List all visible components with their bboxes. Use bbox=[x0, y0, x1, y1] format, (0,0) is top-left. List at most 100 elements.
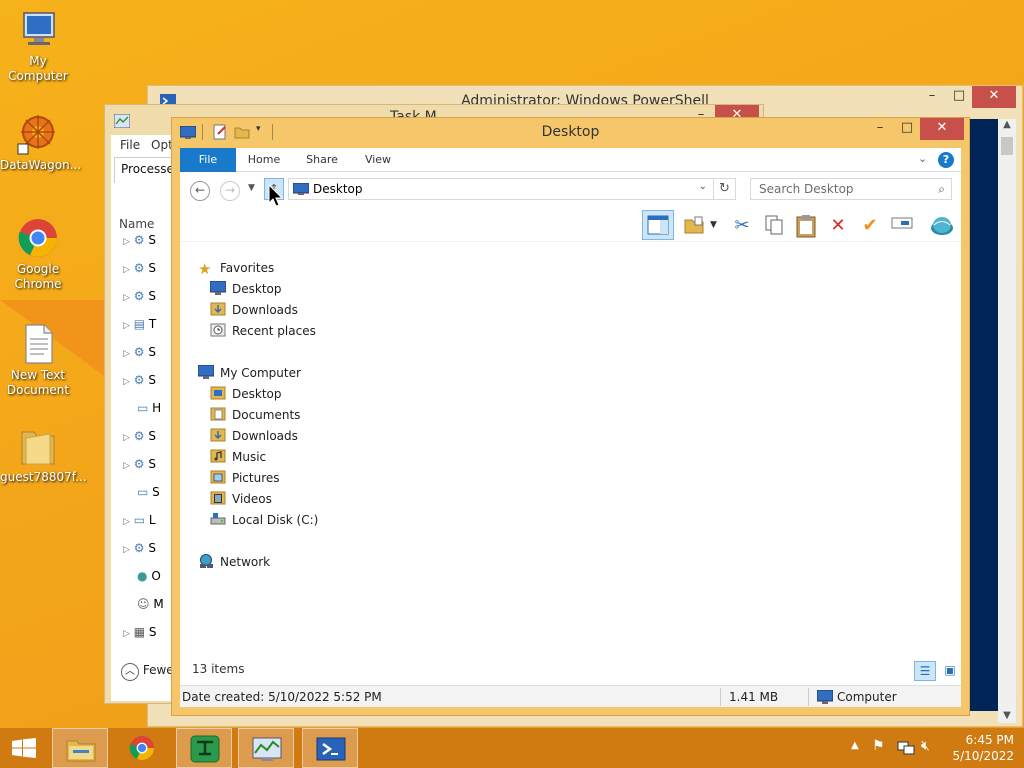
delete-icon[interactable]: ✕ bbox=[826, 214, 850, 238]
scroll-up-arrow[interactable]: ▲ bbox=[998, 119, 1016, 130]
explorer-maximize-button[interactable]: □ bbox=[893, 118, 921, 140]
process-row[interactable]: ▷ ▦ S bbox=[123, 625, 157, 645]
rename-icon[interactable] bbox=[890, 214, 914, 238]
explorer-minimize-button[interactable]: – bbox=[866, 118, 894, 140]
explorer-content: File Home Share View ⌄ ? ← → ▼ ↑ Desktop… bbox=[180, 148, 961, 707]
desktop-icon bbox=[293, 183, 309, 195]
nav-mc-videos[interactable]: Videos bbox=[210, 489, 272, 509]
process-row[interactable]: ▷ ⚙ S bbox=[123, 345, 156, 365]
nav-mc-music[interactable]: Music bbox=[210, 447, 266, 467]
recent-locations-dropdown[interactable]: ▼ bbox=[248, 183, 255, 193]
process-row[interactable]: ▷ ⚙ S bbox=[123, 373, 156, 393]
nav-network[interactable]: Network bbox=[198, 552, 270, 572]
explorer-window[interactable]: ▾ Desktop – □ ✕ File Home Share View ⌄ ?… bbox=[171, 117, 970, 716]
paste-icon[interactable] bbox=[794, 214, 818, 238]
process-row[interactable]: ☺ M bbox=[137, 597, 164, 617]
powershell-close-button[interactable]: ✕ bbox=[972, 86, 1016, 108]
cut-icon[interactable]: ✂ bbox=[730, 214, 754, 238]
process-row[interactable]: ▷ ⚙ S bbox=[123, 429, 156, 449]
nav-mc-downloads[interactable]: Downloads bbox=[210, 426, 298, 446]
select-checkmark-icon[interactable]: ✔ bbox=[858, 214, 882, 238]
nav-my-computer[interactable]: My Computer bbox=[198, 363, 301, 383]
nav-mc-local-disk[interactable]: Local Disk (C:) bbox=[210, 510, 318, 530]
process-row[interactable]: ▷ ▤ T bbox=[123, 317, 156, 337]
nav-mc-desktop[interactable]: Desktop bbox=[210, 384, 282, 404]
process-row[interactable]: ▭ H bbox=[137, 401, 161, 421]
process-row[interactable]: ▷ ⚙ S bbox=[123, 233, 156, 253]
nav-favorites[interactable]: ★ Favorites bbox=[198, 258, 274, 278]
address-bar[interactable]: Desktop ⌄ bbox=[288, 178, 714, 200]
nav-mc-documents[interactable]: Documents bbox=[210, 405, 300, 425]
refresh-button[interactable]: ↻ bbox=[714, 178, 736, 200]
tray-overflow-chevron-icon[interactable]: ▲ bbox=[851, 740, 859, 751]
address-dropdown-icon[interactable]: ⌄ bbox=[699, 181, 707, 192]
nav-mc-pictures[interactable]: Pictures bbox=[210, 468, 280, 488]
computer-icon bbox=[198, 365, 214, 379]
explorer-close-button[interactable]: ✕ bbox=[920, 118, 964, 140]
powershell-minimize-button[interactable]: – bbox=[918, 86, 946, 108]
scroll-down-arrow[interactable]: ▼ bbox=[998, 710, 1016, 721]
folder-options-icon[interactable] bbox=[682, 214, 706, 238]
desktop-icon-new-text-document[interactable]: New Text Document bbox=[0, 322, 76, 398]
navigation-pane: ★ Favorites Desktop Downloads Recent plac… bbox=[180, 248, 480, 661]
back-button[interactable]: ← bbox=[190, 181, 210, 201]
tab-file[interactable]: File bbox=[180, 148, 236, 172]
nav-fav-recent-places[interactable]: Recent places bbox=[210, 321, 316, 341]
taskbar-powershell[interactable] bbox=[302, 728, 358, 768]
taskbar-task-manager[interactable] bbox=[238, 728, 294, 768]
forward-button[interactable]: → bbox=[220, 181, 240, 201]
status-divider bbox=[720, 688, 721, 706]
process-row[interactable]: ▷ ⚙ S bbox=[123, 289, 156, 309]
clock[interactable]: 6:45 PM 5/10/2022 bbox=[948, 732, 1014, 764]
process-row[interactable]: ▭ S bbox=[137, 485, 160, 505]
ribbon-expand-chevron-icon[interactable]: ⌄ bbox=[918, 152, 927, 165]
taskbar-chrome[interactable] bbox=[114, 728, 170, 768]
nav-fav-downloads[interactable]: Downloads bbox=[210, 300, 298, 320]
location-text: Computer bbox=[837, 690, 897, 704]
recent-places-icon bbox=[210, 323, 226, 337]
desktop-icon-google-chrome[interactable]: Google Chrome bbox=[0, 216, 76, 292]
help-icon[interactable]: ? bbox=[938, 152, 954, 168]
address-row: ← → ▼ ↑ Desktop ⌄ ↻ Search Desktop ⌕ bbox=[180, 172, 961, 208]
drive-icon bbox=[210, 513, 226, 525]
network-status-icon[interactable] bbox=[897, 740, 915, 756]
process-row[interactable]: ▷ ⚙ S bbox=[123, 541, 156, 561]
powershell-scrollbar[interactable]: ▲ ▼ bbox=[998, 119, 1016, 723]
copy-icon[interactable] bbox=[762, 214, 786, 238]
desktop-icon-datawagon[interactable]: DataWagon... bbox=[0, 112, 82, 173]
fewer-details-button[interactable]: ︿ Fewe bbox=[121, 663, 174, 681]
task-manager-menu-options[interactable]: Opt bbox=[151, 138, 173, 152]
start-button[interactable] bbox=[0, 728, 48, 768]
desktop-icon-label: guest78807f... bbox=[0, 470, 87, 484]
preview-pane-icon[interactable] bbox=[642, 210, 674, 240]
process-row[interactable]: ▷ ⚙ S bbox=[123, 261, 156, 281]
taskbar-green-app[interactable] bbox=[176, 728, 232, 768]
task-manager-menu-file[interactable]: File bbox=[120, 138, 140, 152]
tab-share[interactable]: Share bbox=[298, 148, 346, 172]
process-row[interactable]: ● O bbox=[137, 569, 161, 589]
tab-view[interactable]: View bbox=[356, 148, 400, 172]
folder-options-dropdown[interactable]: ▼ bbox=[710, 220, 717, 230]
desktop-icon-label: DataWagon... bbox=[0, 158, 82, 172]
tab-home[interactable]: Home bbox=[242, 148, 286, 172]
powershell-maximize-button[interactable]: □ bbox=[945, 86, 973, 108]
process-row[interactable]: ▷ ▭ L bbox=[123, 513, 156, 533]
scroll-thumb[interactable] bbox=[1001, 137, 1013, 155]
taskbar-file-explorer[interactable] bbox=[52, 728, 108, 768]
item-count: 13 items bbox=[192, 662, 245, 676]
powershell-console[interactable] bbox=[968, 119, 998, 711]
action-center-flag-icon[interactable]: ⚑ bbox=[872, 738, 885, 754]
downloads-folder-icon bbox=[210, 302, 226, 316]
process-row[interactable]: ▷ ⚙ S bbox=[123, 457, 156, 477]
details-view-button[interactable]: ☰ bbox=[914, 661, 936, 681]
search-icon: ⌕ bbox=[938, 182, 945, 196]
volume-muted-icon[interactable]: 🔇︎ bbox=[921, 738, 930, 754]
desktop-icon-my-computer[interactable]: My Computer bbox=[0, 8, 76, 84]
nav-fav-desktop[interactable]: Desktop bbox=[210, 279, 282, 299]
desktop-icon-guest-folder[interactable]: guest78807f... bbox=[0, 424, 87, 485]
large-icons-view-button[interactable]: ▣ bbox=[940, 661, 960, 681]
search-input[interactable]: Search Desktop ⌕ bbox=[750, 178, 952, 200]
column-header-name[interactable]: Name bbox=[119, 217, 154, 231]
videos-folder-icon bbox=[210, 491, 226, 505]
network-globe-icon[interactable] bbox=[930, 214, 954, 238]
